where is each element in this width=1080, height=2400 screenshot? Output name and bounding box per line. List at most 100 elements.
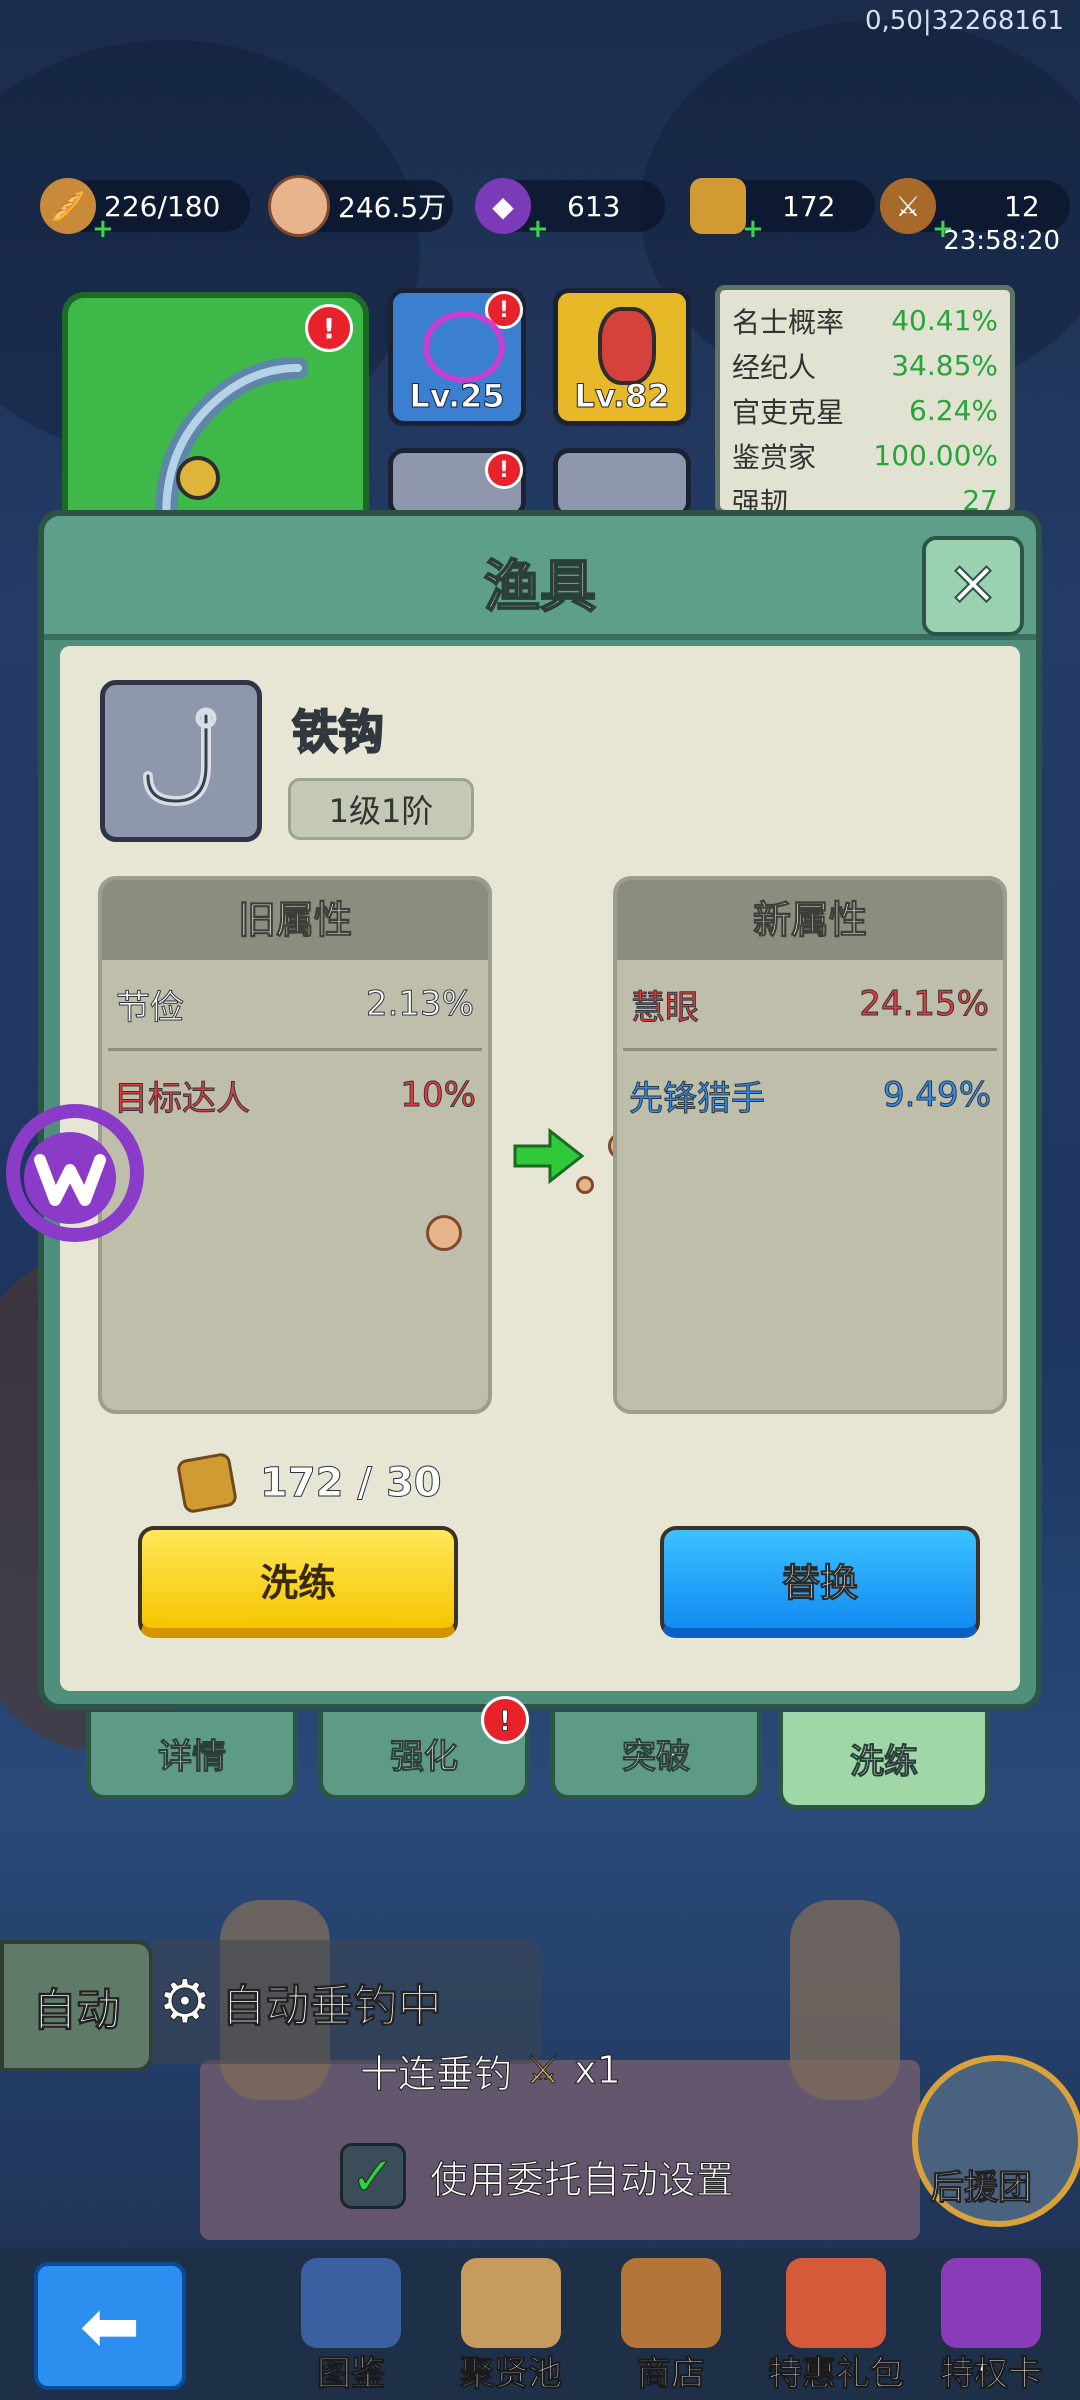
rope-icon (423, 311, 505, 383)
replace-button[interactable]: 替换 (660, 1526, 980, 1638)
alert-badge: ! (485, 451, 523, 489)
item-level: 1级1阶 (288, 778, 474, 840)
back-button[interactable]: ⬅ (34, 2262, 186, 2390)
resource-value: 246.5万 (338, 191, 447, 224)
ten-cast-button[interactable]: 十连垂钓 ⚔ x1 (359, 2040, 800, 2100)
refine-stone-icon (690, 178, 746, 234)
plus-icon[interactable]: + (527, 214, 549, 244)
book-icon (301, 2258, 401, 2348)
attribute-label: 节俭 (116, 987, 185, 1028)
stat-value: 40.41% (891, 304, 998, 337)
nav-item-gift-pack[interactable]: 特惠礼包 (756, 2258, 916, 2398)
plus-icon[interactable]: + (742, 214, 764, 244)
resource-value: 226/180 (104, 189, 221, 223)
close-button[interactable]: ✕ (922, 536, 1024, 636)
attribute-value: 9.49% (882, 1075, 991, 1116)
tab-enhance[interactable]: 强化 ! (318, 1696, 530, 1800)
hook-slot[interactable]: ! (388, 448, 526, 518)
refine-stone-icon (175, 1451, 239, 1515)
refine-button[interactable]: 洗练 (138, 1526, 458, 1638)
tab-breakthrough[interactable]: 突破 (550, 1712, 762, 1800)
refine-cost: 172 / 30 (175, 1451, 443, 1515)
old-attributes-panel: 旧属性 节俭 2.13% 目标达人 10% (98, 876, 492, 1414)
item-icon-frame[interactable] (100, 680, 262, 842)
bread-icon: 🥖 (40, 178, 96, 234)
attribute-row: 慧眼 24.15% (623, 960, 997, 1051)
fishing-rod-icon (155, 357, 308, 538)
plus-icon[interactable]: + (92, 214, 114, 244)
stat-label: 鉴赏家 (732, 440, 817, 474)
timer: 23:58:20 (943, 226, 1060, 256)
modal-title: 渔具 (483, 554, 597, 621)
stat-value: 100.00% (873, 439, 998, 472)
attribute-row: 先锋猎手 9.49% (617, 1051, 1003, 1139)
resource-bait[interactable]: 🥖 226/180 + (40, 178, 250, 244)
ten-cast-label: 十连垂钓 (359, 2051, 513, 2096)
support-team-label: 后援团 (930, 2168, 1033, 2209)
stat-label: 官吏克星 (732, 395, 845, 429)
resource-rods[interactable]: ⚔ 12 + (880, 178, 1070, 244)
attribute-row: 节俭 2.13% (108, 960, 482, 1051)
tab-details[interactable]: 详情 (86, 1712, 298, 1800)
nav-label: 商店 (637, 2354, 706, 2395)
attribute-value: 2.13% (365, 984, 474, 1025)
arrow-left-icon: ⬅ (79, 2284, 141, 2368)
resource-gems[interactable]: ◆ 613 + (475, 178, 665, 244)
nav-label: 聚贤池 (460, 2354, 563, 2395)
slot-level: Lv.25 (409, 377, 505, 416)
bait-slot[interactable] (553, 448, 691, 518)
attribute-label: 先锋猎手 (629, 1078, 766, 1119)
nav-item-shop[interactable]: 商店 (596, 2258, 746, 2398)
hook-icon (143, 707, 217, 807)
arrow-right-icon (513, 1127, 585, 1185)
nav-item-atlas[interactable]: 图鉴 (276, 2258, 426, 2398)
tab-label: 强化 (390, 1737, 459, 1778)
resource-refine-stone[interactable]: 172 + (690, 178, 875, 244)
modal-body: 铁钩 1级1阶 旧属性 节俭 2.13% 目标达人 10% 新属性 慧眼 24.… (60, 646, 1020, 1691)
rod-icon: ⚔ (880, 178, 936, 234)
close-icon: ✕ (947, 550, 999, 622)
cost-value: 172 / 30 (260, 1460, 443, 1507)
auto-status-text: 自动垂钓中 (221, 1981, 442, 2033)
ten-cast-count: x1 (574, 2048, 622, 2093)
nav-item-recruit[interactable]: 聚贤池 (436, 2258, 586, 2398)
gift-pack-icon (786, 2258, 886, 2348)
item-name: 铁钩 (291, 704, 385, 760)
resource-value: 613 (567, 189, 621, 223)
gear-stats-panel: 名士概率 40.41% 经纪人 34.85% 官吏克星 6.24% 鉴赏家 100.00… (715, 285, 1015, 515)
nav-item-privilege-card[interactable]: 特权卡 (916, 2258, 1066, 2398)
attribute-value: 24.15% (859, 984, 990, 1025)
debug-text: 0,50|32268161 (865, 6, 1064, 36)
auto-button[interactable]: 自动 (0, 1940, 153, 2072)
new-attributes-header: 新属性 (617, 880, 1003, 960)
rod-icon: ⚔ (526, 2048, 561, 2093)
resource-value: 172 (782, 189, 836, 223)
coin-icon (576, 1176, 594, 1194)
stat-label: 名士概率 (732, 305, 845, 339)
coin-icon (268, 175, 330, 237)
nav-label: 特权卡 (940, 2354, 1043, 2395)
fishing-line-slot[interactable]: ! Lv.25 (388, 288, 526, 426)
shop-icon (621, 2258, 721, 2348)
modal-header: 渔具 ✕ (44, 516, 1036, 640)
stat-value: 6.24% (909, 394, 998, 427)
tab-refine[interactable]: 洗练 (778, 1712, 990, 1810)
coin-icon (426, 1215, 462, 1251)
attribute-value: 10% (400, 1075, 477, 1116)
checkbox[interactable]: ✓ (340, 2143, 406, 2209)
use-settings-option[interactable]: ✓ 使用委托自动设置 (340, 2140, 860, 2212)
stat-value: 34.85% (891, 349, 998, 382)
alert-badge: ! (305, 304, 353, 352)
nav-label: 特惠礼包 (768, 2354, 905, 2395)
gear-icon: ⚙ (158, 1967, 213, 2038)
wooden-post (790, 1900, 900, 2100)
purple-gem-icon: ◆ (475, 178, 531, 234)
resource-coins[interactable]: 246.5万 (268, 175, 453, 237)
float-slot[interactable]: Lv.82 (553, 288, 691, 426)
resource-value: 12 (1004, 189, 1040, 223)
gear-modal: 渔具 ✕ 铁钩 1级1阶 旧属性 节俭 2.13% 目标达人 10% 新属性 慧… (38, 510, 1042, 1710)
attribute-row: 目标达人 10% (102, 1051, 488, 1139)
float-icon (598, 307, 656, 385)
scroll-map-icon (461, 2258, 561, 2348)
alert-badge: ! (481, 1696, 529, 1744)
